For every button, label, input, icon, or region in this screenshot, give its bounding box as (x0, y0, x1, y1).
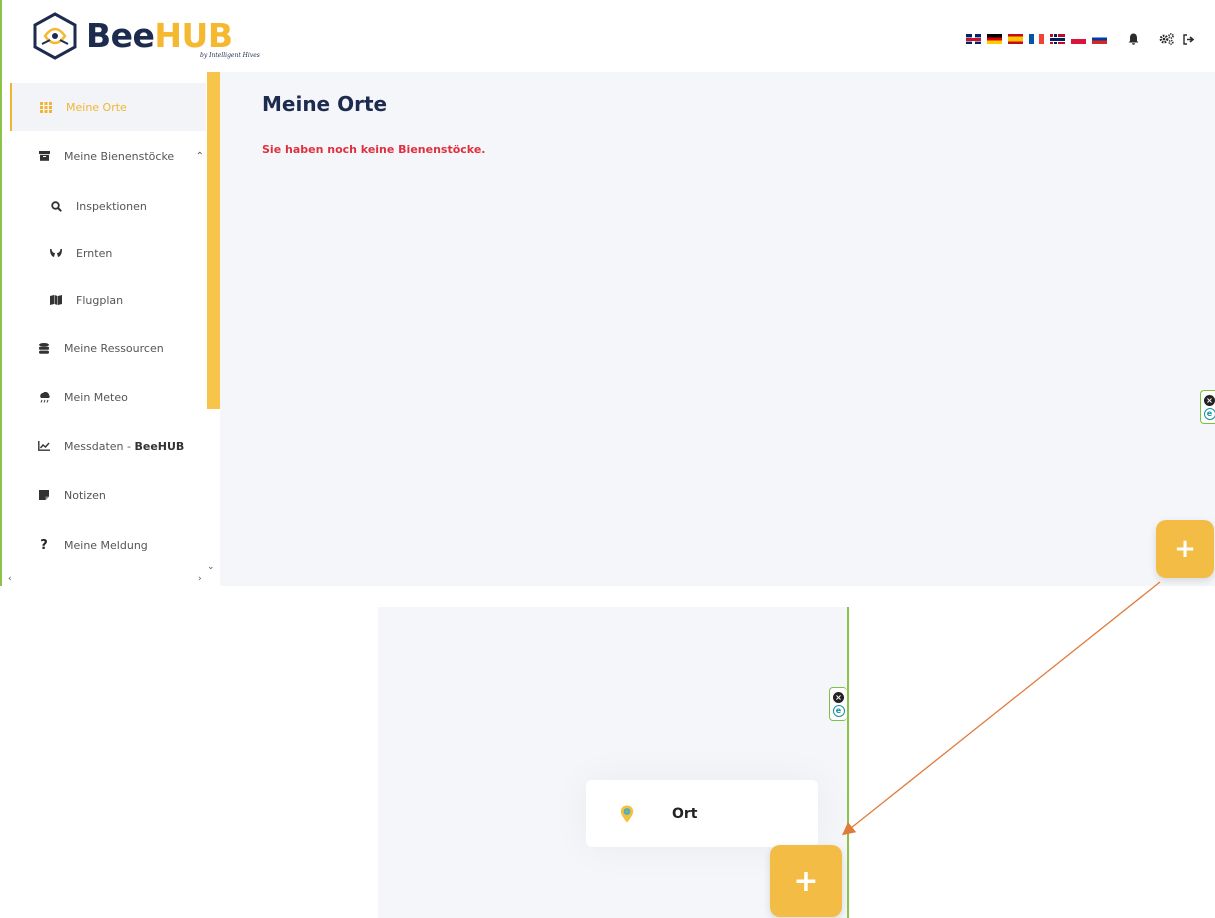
sidebar-item-label: Ernten (76, 246, 113, 260)
sidebar-item-label: Messdaten - BeeHUB (64, 439, 185, 453)
database-icon (36, 340, 52, 356)
extension-badge[interactable]: × e (829, 687, 847, 721)
app-screenshot: BeeHUB by Intelligent Hives Meine Orte M… (0, 0, 1215, 586)
sidebar-item-label: Inspektionen (76, 199, 147, 213)
sidebar-item-meine-orte[interactable]: Meine Orte (10, 83, 206, 131)
sidebar-item-meine-ressourcen[interactable]: Meine Ressourcen (10, 324, 206, 372)
logo-tagline: by Intelligent Hives (200, 52, 260, 59)
grid-icon (38, 99, 54, 115)
flag-pl-icon[interactable] (1071, 34, 1086, 44)
beehub-bold-label: BeeHUB (134, 439, 185, 453)
header-toolbar (966, 32, 1197, 46)
zoomed-screenshot: × e Ort + (378, 607, 849, 918)
page-title: Meine Orte (262, 92, 388, 116)
add-fab-button-zoomed[interactable]: + (770, 845, 842, 917)
sidebar-item-messdaten[interactable]: Messdaten - BeeHUB (10, 422, 206, 470)
sidebar-item-flugplan[interactable]: Flugplan (10, 276, 206, 324)
add-menu-popup: Ort (586, 780, 818, 847)
sidebar-item-inspektionen[interactable]: Inspektionen (10, 182, 206, 230)
hexagon-logo-icon (33, 12, 77, 60)
main-content: Meine Orte Sie haben noch keine Bienenst… (220, 72, 1215, 586)
bell-icon[interactable] (1125, 32, 1141, 46)
logout-icon[interactable] (1181, 32, 1197, 46)
flag-en-icon[interactable] (966, 34, 981, 44)
cogs-icon[interactable] (1159, 32, 1175, 46)
scroll-right-icon[interactable]: › (198, 574, 202, 584)
sidebar-item-meine-meldung[interactable]: ? Meine Meldung (10, 521, 206, 569)
search-icon (48, 198, 64, 214)
empty-state-message: Sie haben noch keine Bienenstöcke. (262, 143, 486, 156)
flag-es-icon[interactable] (1008, 34, 1023, 44)
extension-badge[interactable]: × e (1200, 390, 1215, 424)
flag-fr-icon[interactable] (1029, 34, 1044, 44)
sticky-note-icon (36, 487, 52, 503)
close-icon[interactable]: × (833, 691, 844, 703)
hands-icon (48, 245, 64, 261)
flag-de-icon[interactable] (987, 34, 1002, 44)
flag-no-icon[interactable] (1050, 34, 1065, 44)
map-icon (48, 292, 64, 308)
close-icon[interactable]: × (1204, 394, 1215, 406)
scroll-left-icon[interactable]: ‹ (8, 574, 12, 584)
logo-wordmark: BeeHUB (86, 16, 233, 55)
extension-e-icon[interactable]: e (832, 704, 845, 717)
beehub-logo[interactable]: BeeHUB by Intelligent Hives (30, 12, 270, 62)
sidebar-item-label: Meine Ressourcen (64, 341, 164, 355)
sidebar-scrollbar[interactable] (207, 72, 220, 409)
chevron-up-icon[interactable]: ⌃ (196, 151, 204, 162)
sidebar-item-ernten[interactable]: Ernten (10, 229, 206, 277)
chevron-down-icon[interactable]: ⌄ (207, 562, 215, 572)
add-fab-button[interactable]: + (1156, 520, 1214, 578)
sidebar-item-label: Mein Meteo (64, 390, 128, 404)
sidebar-item-label: Meine Orte (66, 100, 127, 114)
sidebar-item-label: Meine Bienenstöcke (64, 149, 175, 163)
sidebar-item-notizen[interactable]: Notizen (10, 471, 206, 519)
archive-icon (36, 148, 52, 164)
cloud-rain-icon (36, 389, 52, 405)
sidebar-item-label: Meine Meldung (64, 538, 148, 552)
menu-item-ort[interactable]: Ort (672, 806, 698, 822)
top-header: BeeHUB by Intelligent Hives (2, 0, 1215, 72)
question-icon: ? (40, 537, 48, 553)
sidebar: Meine Orte Meine Bienenstöcke ⌃ Inspekti… (2, 72, 220, 586)
sidebar-item-label: Flugplan (76, 293, 124, 307)
flag-ru-icon[interactable] (1092, 34, 1107, 44)
chart-line-icon (36, 438, 52, 454)
extension-e-icon[interactable]: e (1203, 407, 1215, 420)
sidebar-item-label: Notizen (64, 488, 106, 502)
sidebar-item-mein-meteo[interactable]: Mein Meteo (10, 373, 206, 421)
sidebar-item-meine-bienenstoecke[interactable]: Meine Bienenstöcke ⌃ (10, 132, 206, 180)
map-pin-icon (620, 805, 634, 823)
